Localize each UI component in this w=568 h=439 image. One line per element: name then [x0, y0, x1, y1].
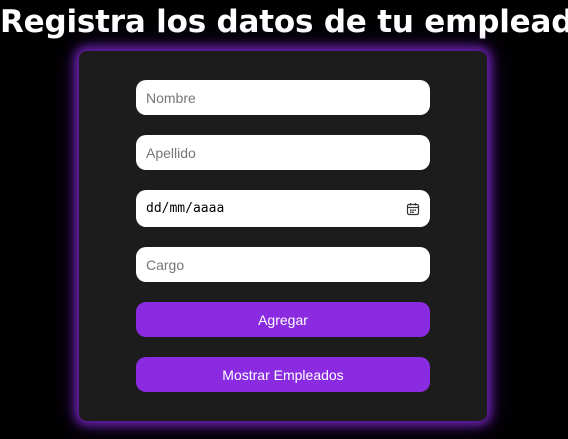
cargo-input[interactable]: Cargo [136, 247, 430, 282]
cargo-placeholder: Cargo [146, 256, 185, 273]
apellido-placeholder: Apellido [146, 144, 196, 161]
calendar-icon[interactable] [406, 202, 420, 216]
agregar-button[interactable]: Agregar [136, 302, 430, 337]
mostrar-empleados-button[interactable]: Mostrar Empleados [136, 357, 430, 392]
fecha-placeholder: dd/mm/aaaa [146, 201, 225, 216]
employee-form-card: Nombre Apellido dd/mm/aaaa Cargo Agregar… [79, 51, 487, 421]
apellido-input[interactable]: Apellido [136, 135, 430, 170]
page-title: Registra los datos de tu empleado [0, 4, 568, 40]
fecha-input[interactable]: dd/mm/aaaa [136, 190, 430, 227]
nombre-placeholder: Nombre [146, 89, 196, 106]
nombre-input[interactable]: Nombre [136, 80, 430, 115]
